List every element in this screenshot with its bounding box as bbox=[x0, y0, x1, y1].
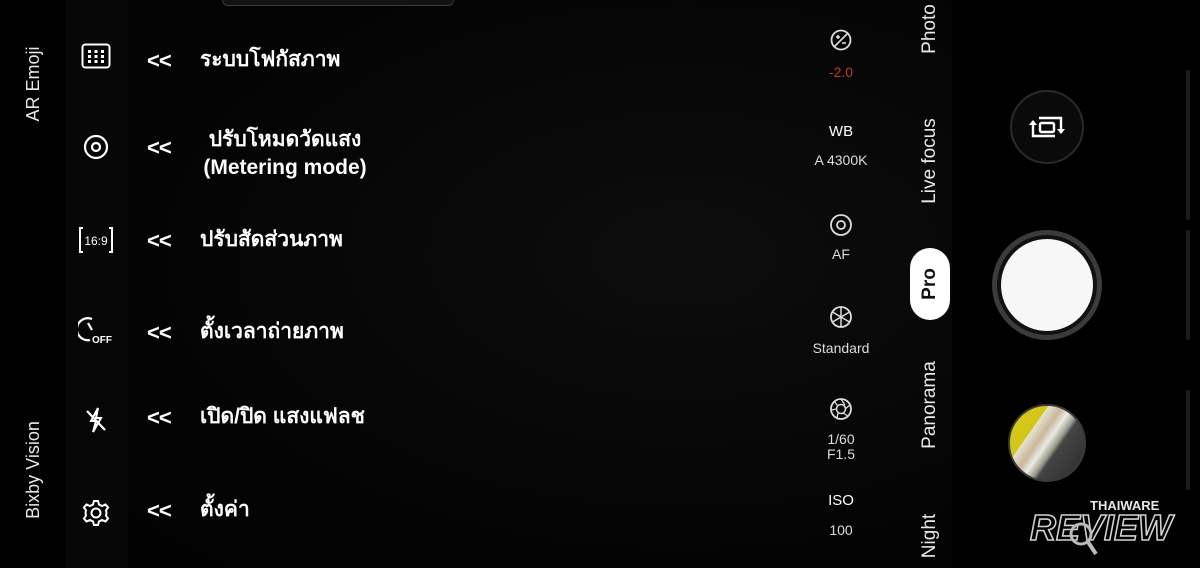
aperture-icon bbox=[830, 306, 852, 328]
annotation-timer: ตั้งเวลาถ่ายภาพ bbox=[200, 320, 344, 343]
annotation-arrow: << bbox=[147, 320, 172, 345]
timer-off-icon[interactable]: OFF bbox=[78, 314, 116, 348]
scroll-track bbox=[1186, 70, 1190, 220]
scroll-track bbox=[1186, 230, 1190, 340]
annotation-metering-line2: (Metering mode) bbox=[203, 156, 367, 179]
annotation-arrow: << bbox=[147, 498, 172, 523]
wb-label: WB bbox=[828, 123, 854, 140]
metering-icon[interactable] bbox=[79, 130, 113, 164]
annotation-arrow: << bbox=[147, 48, 172, 73]
switch-camera-button[interactable] bbox=[1010, 90, 1084, 164]
iso-control[interactable]: ISO 100 bbox=[800, 492, 882, 538]
scroll-track bbox=[1186, 390, 1190, 490]
wb-value: A 4300K bbox=[814, 152, 868, 168]
shutter-speed-value: 1/60 bbox=[827, 431, 855, 447]
top-handle bbox=[222, 0, 454, 6]
settings-icon[interactable] bbox=[79, 496, 113, 530]
annotation-arrow: << bbox=[147, 405, 172, 430]
annotation-aspect-ratio: ปรับสัดส่วนภาพ bbox=[200, 228, 343, 251]
white-balance-control[interactable]: WB A 4300K bbox=[800, 123, 882, 168]
svg-text:REVIEW: REVIEW bbox=[1030, 507, 1175, 548]
exposure-control[interactable]: -2.0 bbox=[800, 28, 882, 80]
annotation-metering-mode: ปรับโหมดวัดแสง (Metering mode) bbox=[182, 126, 388, 182]
gallery-thumbnail[interactable] bbox=[1008, 404, 1086, 482]
mode-panorama[interactable]: Panorama bbox=[917, 325, 943, 485]
exposure-value: -2.0 bbox=[828, 64, 854, 80]
annotation-focus-system: ระบบโฟกัสภาพ bbox=[200, 48, 341, 71]
focus-control[interactable]: AF bbox=[800, 212, 882, 262]
grid-icon[interactable] bbox=[79, 39, 113, 73]
thaiware-review-logo: THAIWARE REVIEW bbox=[1029, 498, 1176, 556]
ratio-icon[interactable]: 16:9 bbox=[77, 223, 115, 257]
mode-night[interactable]: Night bbox=[917, 486, 943, 568]
color-tone-control[interactable]: Standard bbox=[800, 304, 882, 356]
mode-pro[interactable]: Pro bbox=[910, 248, 950, 320]
iso-value: 100 bbox=[829, 522, 853, 538]
settings-icon-column bbox=[66, 0, 128, 568]
focus-value: AF bbox=[832, 246, 850, 262]
mode-photo[interactable]: Photo bbox=[917, 0, 943, 93]
bixby-vision-mode[interactable]: Bixby Vision bbox=[21, 370, 45, 568]
shutter-speed-control[interactable]: 1/60 F1.5 bbox=[800, 396, 882, 462]
shutter-speed-icon bbox=[830, 398, 852, 420]
switch-camera-icon bbox=[1029, 116, 1065, 138]
annotation-settings: ตั้งค่า bbox=[200, 498, 250, 521]
svg-text:OFF: OFF bbox=[92, 335, 112, 346]
exposure-icon bbox=[830, 29, 852, 51]
annotation-flash: เปิด/ปิด แสงแฟลช bbox=[200, 405, 365, 428]
shutter-button-face bbox=[1001, 239, 1093, 331]
left-mode-strip: AR Emoji Bixby Vision bbox=[0, 0, 66, 568]
flash-off-icon[interactable] bbox=[79, 403, 113, 437]
ar-emoji-mode[interactable]: AR Emoji bbox=[21, 0, 45, 184]
focus-icon bbox=[830, 214, 852, 236]
annotation-arrow: << bbox=[147, 135, 172, 160]
shutter-button[interactable] bbox=[992, 230, 1102, 340]
mode-live-focus[interactable]: Live focus bbox=[917, 81, 943, 241]
annotation-metering-line1: ปรับโหมดวัดแสง bbox=[208, 128, 362, 151]
annotation-arrow: << bbox=[147, 228, 172, 253]
camera-mode-bar: Photo Live focus Pro Panorama Night bbox=[908, 0, 952, 568]
iso-label: ISO bbox=[828, 492, 854, 509]
color-tone-value: Standard bbox=[812, 340, 870, 356]
svg-text:16:9: 16:9 bbox=[84, 234, 108, 248]
aperture-value: F1.5 bbox=[826, 446, 855, 462]
